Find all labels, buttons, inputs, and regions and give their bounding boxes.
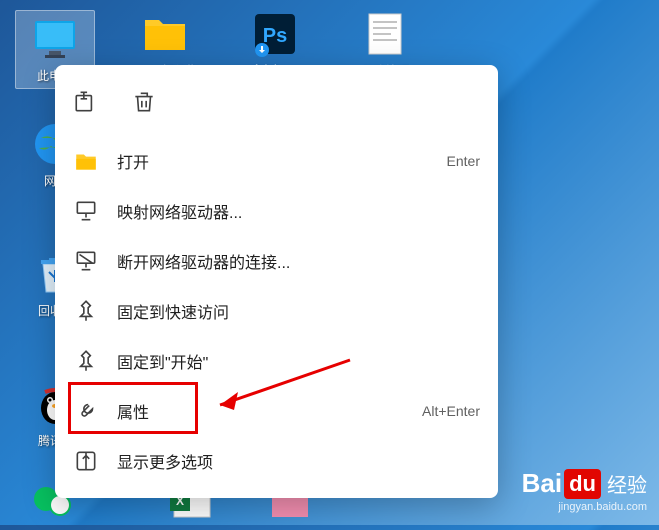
folder-open-icon [73,148,99,174]
desktop[interactable]: 此电脑 SCRM操作指... Ps Adobe... 谷歌处理 网... 回收.… [0,0,659,525]
menu-item-label: 显示更多选项 [117,449,480,473]
more-options-icon [73,448,99,474]
menu-item-disconnect-drive[interactable]: 断开网络驱动器的连接... [55,236,498,286]
pin-icon [73,298,99,324]
svg-text:Ps: Ps [263,25,287,47]
watermark: Baidu经验 jingyan.baidu.com [522,468,647,513]
wrench-icon [73,398,99,424]
watermark-url: jingyan.baidu.com [522,501,647,513]
photoshop-icon: Ps [251,10,299,58]
brand-bai: Bai [522,468,562,499]
menu-item-label: 断开网络驱动器的连接... [117,249,480,273]
menu-item-pin-start[interactable]: 固定到"开始" [55,336,498,386]
watermark-brand: Baidu经验 [522,468,647,499]
pin-icon [73,348,99,374]
menu-item-shortcut: Enter [447,153,480,169]
delete-icon[interactable] [131,89,157,120]
menu-item-shortcut: Alt+Enter [422,403,480,419]
brand-suffix: 经验 [607,469,647,498]
menu-item-open[interactable]: 打开 Enter [55,136,498,186]
map-drive-icon [73,198,99,224]
rename-icon[interactable] [73,89,99,120]
context-menu: 打开 Enter 映射网络驱动器... 断开网络驱动器的连接... 固定到快速访… [55,65,498,498]
menu-item-label: 映射网络驱动器... [117,199,480,223]
disconnect-drive-icon [73,248,99,274]
menu-item-more-options[interactable]: 显示更多选项 [55,436,498,486]
menu-item-map-drive[interactable]: 映射网络驱动器... [55,186,498,236]
menu-item-pin-quick[interactable]: 固定到快速访问 [55,286,498,336]
menu-item-label: 固定到快速访问 [117,299,480,323]
menu-item-label: 属性 [117,399,422,423]
brand-du: du [564,469,601,499]
folder-icon [141,10,189,58]
menu-item-properties[interactable]: 属性 Alt+Enter [55,386,498,436]
monitor-icon [31,15,79,63]
menu-item-label: 打开 [117,149,447,173]
document-icon [361,10,409,58]
menu-item-label: 固定到"开始" [117,349,480,373]
menu-header [55,73,498,136]
